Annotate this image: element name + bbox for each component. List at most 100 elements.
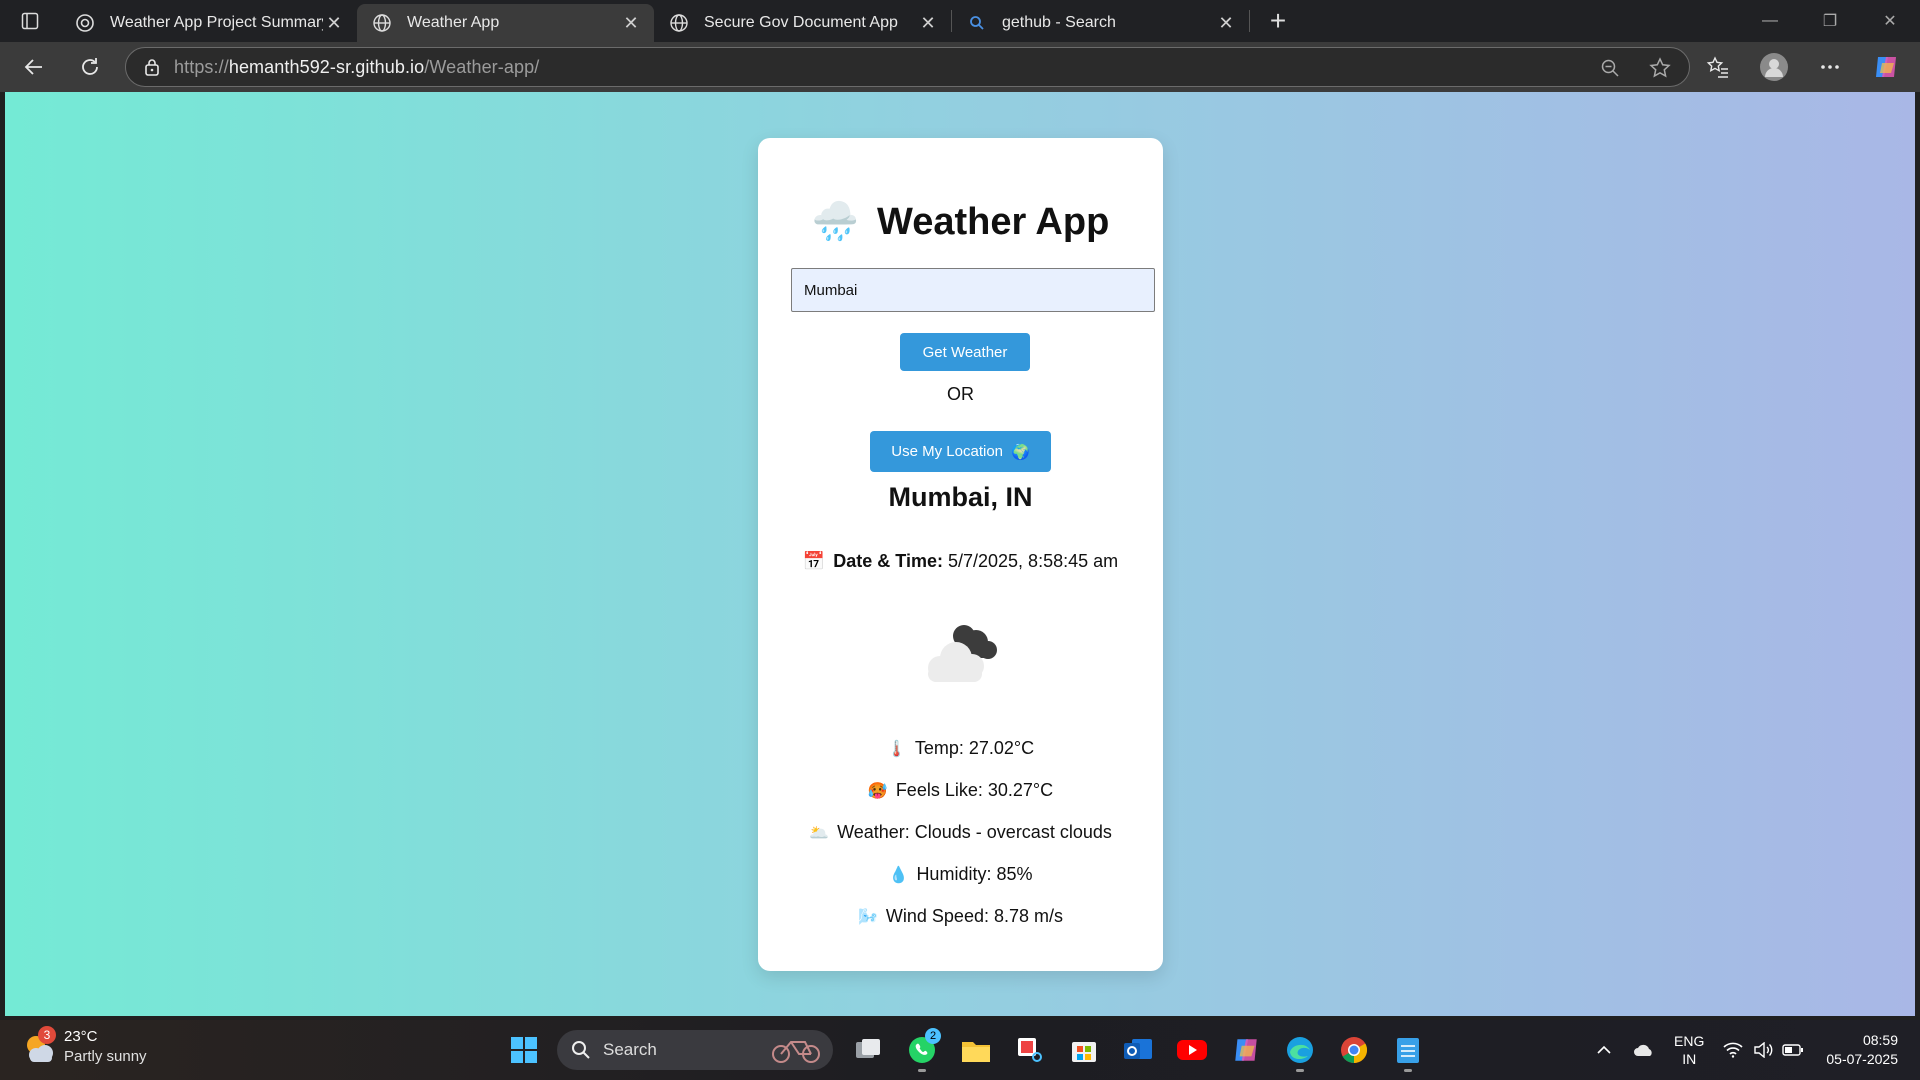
speaker-icon: [1754, 1042, 1773, 1058]
close-tab-icon[interactable]: ✕: [620, 12, 642, 34]
battery-button[interactable]: [1778, 1030, 1808, 1070]
copilot-app-button[interactable]: [1219, 1026, 1273, 1074]
close-window-button[interactable]: ✕: [1860, 0, 1920, 42]
copilot-icon: [1235, 1039, 1257, 1061]
date-time-row: 📅 Date & Time: 5/7/2025, 8:58:45 am: [758, 551, 1163, 572]
url-text: https://hemanth592-sr.github.io/Weather-…: [174, 57, 539, 78]
cloud-sun-icon: 🌥️: [809, 824, 830, 842]
star-icon: [1649, 57, 1671, 78]
wind-icon: 🌬️: [857, 908, 878, 926]
city-input[interactable]: [791, 268, 1155, 312]
chrome-button[interactable]: [1327, 1026, 1381, 1074]
tab-weather-app[interactable]: Weather App ✕: [357, 4, 654, 42]
rain-cloud-icon: 🌧️: [811, 201, 860, 243]
edge-button[interactable]: [1273, 1026, 1327, 1074]
window-controls: — ❐ ✕: [1740, 0, 1920, 42]
copilot-button[interactable]: [1858, 47, 1914, 87]
running-indicator: [1296, 1069, 1304, 1072]
new-tab-button[interactable]: +: [1256, 3, 1300, 39]
search-icon: [572, 1041, 590, 1059]
profile-button[interactable]: [1746, 47, 1802, 87]
humidity-stat: 💧 Humidity: 85%: [758, 864, 1163, 885]
weather-temp: 23°C: [64, 1028, 98, 1045]
snipping-tool-button[interactable]: [1003, 1026, 1057, 1074]
weather-widget[interactable]: 3 23°C Partly sunny: [22, 1026, 147, 1067]
wifi-icon: [1723, 1042, 1743, 1058]
outlook-button[interactable]: [1111, 1026, 1165, 1074]
microsoft-store-button[interactable]: [1057, 1026, 1111, 1074]
edge-icon: [1287, 1037, 1313, 1063]
file-explorer-button[interactable]: [949, 1026, 1003, 1074]
thermometer-icon: 🌡️: [886, 740, 907, 758]
address-bar[interactable]: https://hemanth592-sr.github.io/Weather-…: [125, 47, 1690, 87]
use-location-button[interactable]: Use My Location 🌍: [870, 431, 1051, 472]
taskbar-search[interactable]: Search: [557, 1030, 833, 1070]
notepad-button[interactable]: [1381, 1026, 1435, 1074]
close-tab-icon[interactable]: ✕: [1215, 12, 1237, 34]
browser-toolbar: https://hemanth592-sr.github.io/Weather-…: [0, 42, 1920, 92]
globe-icon: 🌍: [1011, 443, 1030, 461]
weather-condition: Partly sunny: [64, 1048, 147, 1065]
minimize-button[interactable]: —: [1740, 0, 1800, 42]
get-weather-button[interactable]: Get Weather: [900, 333, 1030, 371]
url-path: /Weather-app/: [424, 56, 540, 77]
clock[interactable]: 08:59 05-07-2025: [1826, 1031, 1898, 1069]
location-heading: Mumbai, IN: [888, 482, 1033, 512]
youtube-button[interactable]: [1165, 1026, 1219, 1074]
start-button[interactable]: [497, 1026, 551, 1074]
temp-stat: 🌡️ Temp: 27.02°C: [758, 738, 1163, 759]
show-hidden-icons-button[interactable]: [1584, 1030, 1624, 1070]
task-view-button[interactable]: [841, 1026, 895, 1074]
notepad-icon: [1397, 1038, 1419, 1063]
windows-logo-icon: [511, 1037, 537, 1063]
date-time-value: 5/7/2025, 8:58:45 am: [947, 551, 1119, 571]
tab-gethub-search[interactable]: gethub - Search ✕: [952, 4, 1249, 42]
close-tab-icon[interactable]: ✕: [323, 12, 345, 34]
globe-icon: [668, 12, 690, 34]
page-viewport: 🌧️ Weather App Get Weather OR Use My Loc…: [5, 92, 1915, 1016]
temp-text: Temp: 27.02°C: [914, 738, 1035, 758]
language-indicator[interactable]: ENG IN: [1674, 1032, 1704, 1068]
bicycle-icon: [772, 1041, 820, 1063]
taskbar-apps: Search 2: [497, 1026, 1435, 1074]
restore-button[interactable]: ❐: [1800, 0, 1860, 42]
notification-badge: 3: [38, 1026, 56, 1044]
favorite-button[interactable]: [1639, 48, 1681, 88]
system-tray: ENG IN 08:59 05-07-2025: [1584, 1020, 1920, 1080]
clock-time: 08:59: [1862, 1032, 1898, 1048]
more-dots-icon: [1821, 65, 1839, 69]
back-button[interactable]: [12, 47, 56, 87]
snipping-tool-icon: [1018, 1038, 1042, 1062]
folder-icon: [962, 1042, 990, 1062]
tab-separator: [1249, 10, 1250, 32]
url-host: hemanth592-sr.github.io: [228, 56, 425, 77]
reload-button[interactable]: [68, 47, 112, 87]
wind-stat: 🌬️ Wind Speed: 8.78 m/s: [758, 906, 1163, 927]
tab-secure-gov[interactable]: Secure Gov Document App ✕: [654, 4, 951, 42]
whatsapp-button[interactable]: 2: [895, 1026, 949, 1074]
toolbar-right: [1690, 42, 1920, 92]
chevron-up-icon: [1597, 1045, 1611, 1054]
avatar-icon: [1760, 53, 1788, 81]
volume-button[interactable]: [1748, 1030, 1778, 1070]
use-location-label: Use My Location: [891, 443, 1004, 460]
running-indicator: [1404, 1069, 1412, 1072]
hot-face-icon: 🥵: [867, 782, 888, 800]
favorites-button[interactable]: [1690, 47, 1746, 87]
close-tab-icon[interactable]: ✕: [917, 12, 939, 34]
tab-actions-button[interactable]: [0, 0, 60, 42]
search-label: Search: [603, 1040, 657, 1059]
weather-widget-text: 23°C Partly sunny: [64, 1027, 147, 1067]
date-time-label: Date & Time:: [833, 551, 943, 571]
calendar-icon: 📅: [802, 551, 826, 571]
droplet-icon: 💧: [888, 866, 909, 884]
wifi-button[interactable]: [1718, 1030, 1748, 1070]
settings-more-button[interactable]: [1802, 47, 1858, 87]
onedrive-button[interactable]: [1624, 1030, 1664, 1070]
outlook-icon: [1124, 1039, 1152, 1059]
zoom-button[interactable]: [1589, 48, 1631, 88]
battery-icon: [1782, 1044, 1804, 1056]
tab-weather-summary[interactable]: Weather App Project Summary ✕: [60, 4, 357, 42]
feels-like-stat: 🥵 Feels Like: 30.27°C: [758, 780, 1163, 801]
wind-text: Wind Speed: 8.78 m/s: [885, 906, 1063, 926]
